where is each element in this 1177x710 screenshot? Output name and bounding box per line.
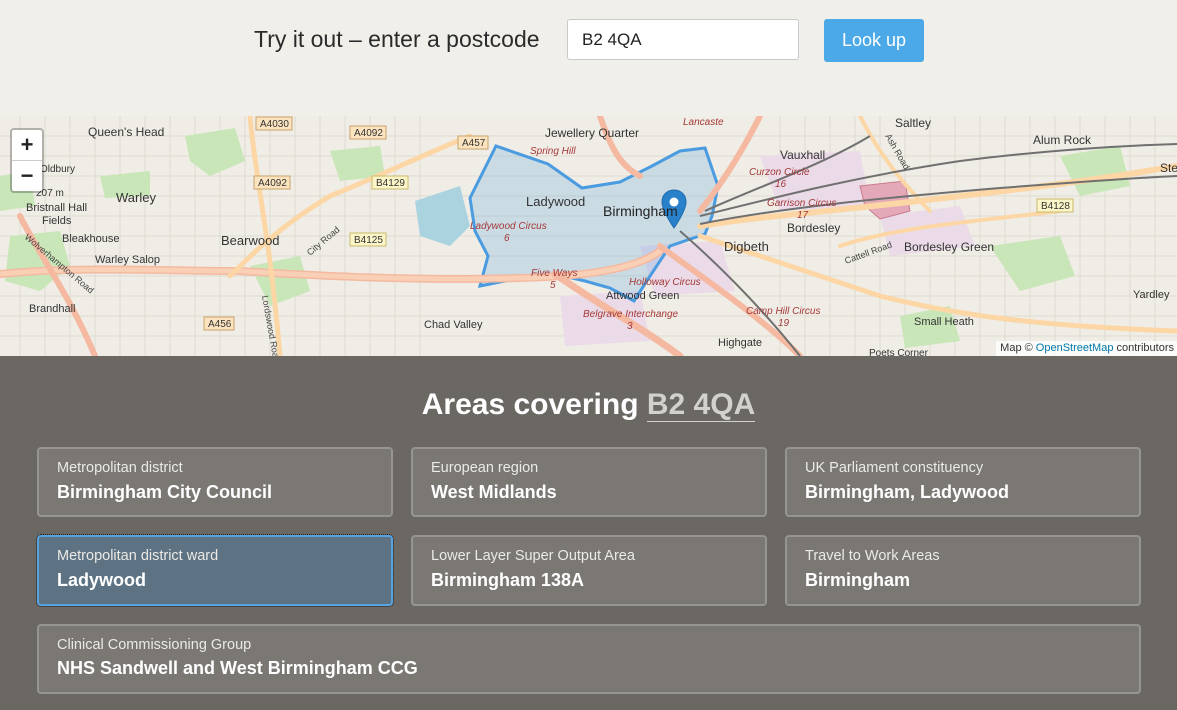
place-label: Poets Corner <box>869 348 929 356</box>
junction-label: 16 <box>775 179 787 190</box>
place-label: Small Heath <box>914 316 974 328</box>
area-name: Birmingham City Council <box>57 482 273 502</box>
area-type: Lower Layer Super Output Area <box>431 548 635 564</box>
place-label: Birmingham <box>603 203 678 219</box>
junction-label: Curzon Circle <box>749 167 810 178</box>
map-attribution: Map © OpenStreetMap contributors <box>996 341 1177 356</box>
junction-label: 19 <box>778 318 790 329</box>
junction-label: Ladywood Circus <box>470 221 547 232</box>
junction-label: Belgrave Interchange <box>583 309 679 320</box>
place-label: Warley Salop <box>95 254 160 266</box>
junction-label: Lancaste <box>683 117 724 128</box>
look-up-button[interactable]: Look up <box>824 19 924 62</box>
road-label: A4030 <box>260 119 289 130</box>
place-label: Digbeth <box>724 239 769 254</box>
place-label: Jewellery Quarter <box>545 126 639 140</box>
place-label: Chad Valley <box>424 319 483 331</box>
place-label: Ladywood <box>526 194 585 209</box>
heading-postcode: B2 4QA <box>646 388 756 422</box>
place-label: Fields <box>42 215 72 227</box>
junction-label: Spring Hill <box>530 146 576 157</box>
heading-prefix: Areas covering <box>421 388 639 421</box>
area-card-travel-to-work[interactable]: Travel to Work Areas Birmingham <box>785 535 1141 606</box>
area-type: Clinical Commissioning Group <box>57 637 252 653</box>
place-label: Bordesley Green <box>904 240 994 254</box>
area-type: Metropolitan district ward <box>57 548 219 564</box>
area-name: Birmingham, Ladywood <box>805 482 1010 502</box>
junction-label: 17 <box>797 210 809 221</box>
place-label: Bristnall Hall <box>26 202 87 214</box>
area-card-metropolitan-district[interactable]: Metropolitan district Birmingham City Co… <box>37 447 393 517</box>
area-card-parliament-constituency[interactable]: UK Parliament constituency Birmingham, L… <box>785 447 1141 517</box>
junction-label: Holloway Circus <box>629 277 701 288</box>
place-label: Bleakhouse <box>62 233 120 245</box>
map-tiles: Queen's Head Jewellery Quarter Saltley A… <box>0 116 1177 356</box>
area-type: UK Parliament constituency <box>805 460 984 476</box>
attribution-suffix: contributors <box>1116 342 1174 354</box>
junction-label: Five Ways <box>531 268 578 279</box>
junction-label: Camp Hill Circus <box>746 306 820 317</box>
place-label: Alum Rock <box>1033 133 1092 147</box>
area-type: European region <box>431 460 539 476</box>
area-name: Ladywood <box>57 570 146 590</box>
road-label: A457 <box>462 138 486 149</box>
place-label: Bearwood <box>221 233 280 248</box>
junction-label: 6 <box>504 233 510 244</box>
place-label: Brandhall <box>29 303 75 315</box>
place-label: Attwood Green <box>606 290 679 302</box>
postcode-search-bar: Try it out – enter a postcode Look up <box>0 0 1177 116</box>
area-card-ccg[interactable]: Clinical Commissioning Group NHS Sandwel… <box>37 624 1141 694</box>
results-heading: Areas covering B2 4QA <box>0 388 1177 422</box>
area-name: Birmingham 138A <box>431 570 585 590</box>
area-type: Travel to Work Areas <box>805 548 940 564</box>
postcode-prompt: Try it out – enter a postcode <box>254 26 540 52</box>
road-label: A456 <box>208 319 232 330</box>
area-card-european-region[interactable]: European region West Midlands <box>411 447 767 517</box>
road-label: A4092 <box>258 178 287 189</box>
place-label: Bordesley <box>787 221 840 235</box>
place-label: Ste <box>1160 161 1177 175</box>
area-name: NHS Sandwell and West Birmingham CCG <box>57 658 418 678</box>
postcode-input[interactable] <box>567 19 799 60</box>
area-card-lsoa[interactable]: Lower Layer Super Output Area Birmingham… <box>411 535 767 606</box>
place-label: Highgate <box>718 337 762 349</box>
road-label: B4125 <box>354 235 383 246</box>
road-label: B4129 <box>376 178 405 189</box>
area-type: Metropolitan district <box>57 460 183 476</box>
attribution-prefix: Map © <box>1000 342 1033 354</box>
area-name: Birmingham <box>805 570 911 590</box>
place-label: Oldbury <box>40 164 75 175</box>
zoom-in-button[interactable]: + <box>12 130 42 161</box>
road-label: A4092 <box>354 128 383 139</box>
junction-label: 3 <box>627 321 633 332</box>
map[interactable]: Queen's Head Jewellery Quarter Saltley A… <box>0 116 1177 356</box>
place-label: Warley <box>116 190 156 205</box>
area-name: West Midlands <box>431 482 557 502</box>
place-label: Saltley <box>895 116 931 130</box>
road-label: B4128 <box>1041 201 1070 212</box>
junction-label: 5 <box>550 280 556 291</box>
place-label: Queen's Head <box>88 125 164 139</box>
zoom-out-button[interactable]: − <box>12 161 42 191</box>
place-label: Yardley <box>1133 289 1170 301</box>
openstreetmap-link[interactable]: OpenStreetMap <box>1036 342 1114 354</box>
place-label: Vauxhall <box>780 148 825 162</box>
junction-label: Garrison Circus <box>767 198 836 209</box>
area-card-district-ward[interactable]: Metropolitan district ward Ladywood <box>36 534 394 607</box>
zoom-control: + − <box>10 128 44 193</box>
